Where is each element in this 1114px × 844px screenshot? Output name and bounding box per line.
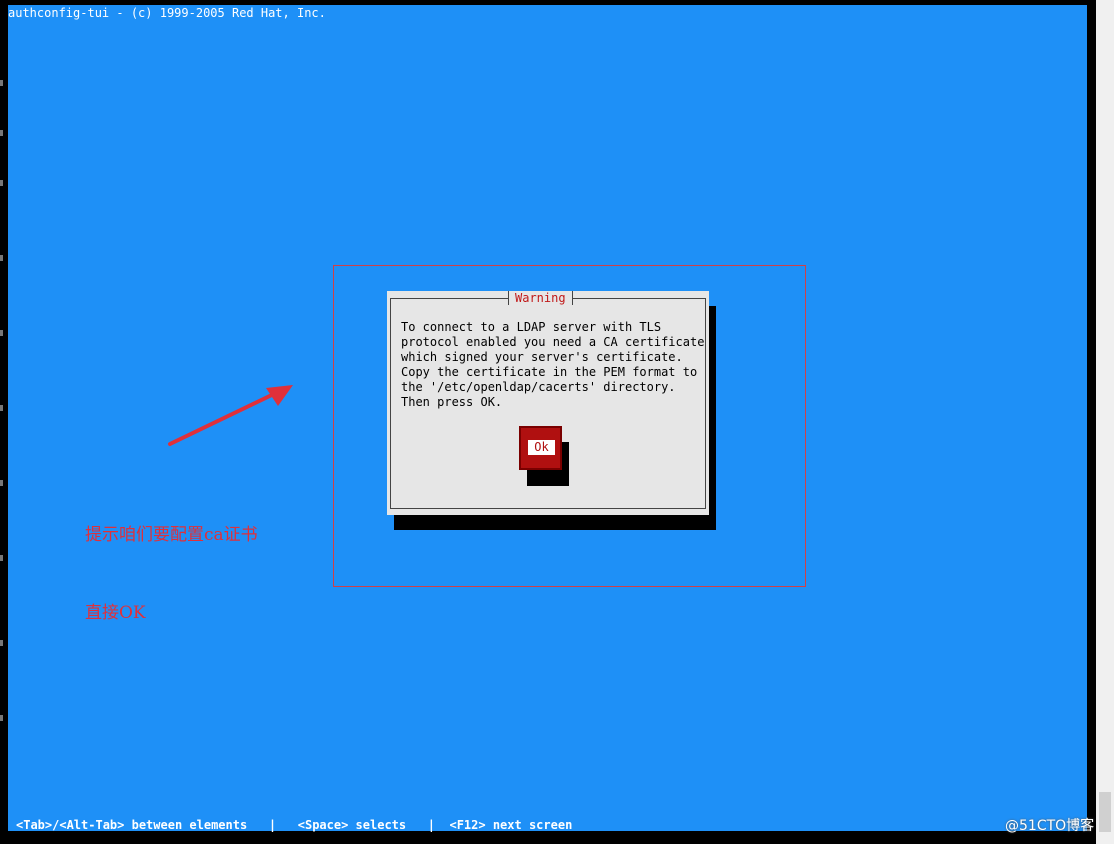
annotation-text: 提示咱们要配置ca证书 直接OK	[85, 470, 258, 652]
ok-button[interactable]: Ok	[519, 426, 562, 470]
ok-button-label: Ok	[527, 439, 556, 456]
left-edge-marks	[0, 0, 3, 844]
watermark: @51CTO博客	[1005, 818, 1095, 834]
annotation-arrow-icon	[168, 385, 293, 446]
key-help-status-bar: <Tab>/<Alt-Tab> between elements | <Spac…	[16, 818, 573, 832]
vertical-scrollbar[interactable]	[1096, 0, 1114, 844]
dialog-message: To connect to a LDAP server with TLS pro…	[401, 320, 705, 409]
app-title-line: authconfig-tui - (c) 1999-2005 Red Hat, …	[8, 6, 326, 20]
annotation-line-2: 直接OK	[85, 603, 146, 623]
annotation-line-1: 提示咱们要配置ca证书	[85, 525, 258, 545]
scrollbar-thumb[interactable]	[1099, 792, 1111, 832]
dialog-title: Warning	[508, 291, 573, 305]
